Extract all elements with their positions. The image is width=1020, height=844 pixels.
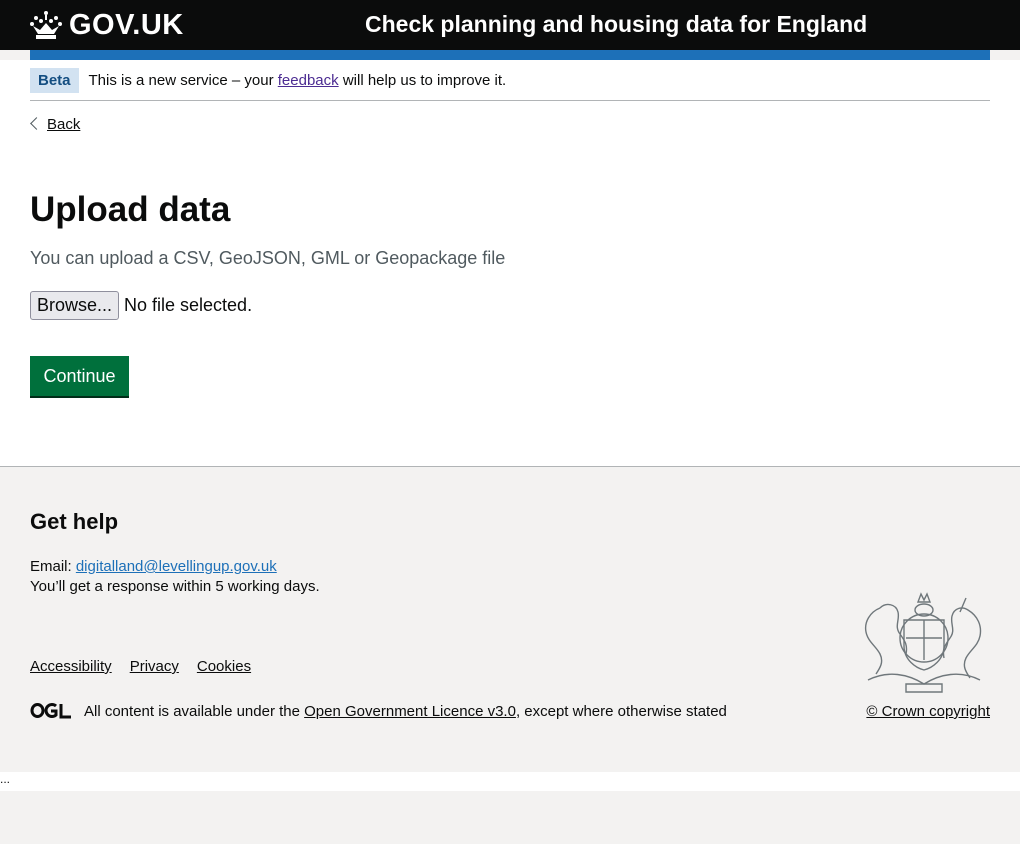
continue-button[interactable]: Continue [30, 356, 129, 396]
site-header: GOV.UK Check planning and housing data f… [0, 0, 1020, 50]
footer-link-privacy[interactable]: Privacy [130, 658, 179, 675]
phase-banner-text: This is a new service – your feedback wi… [89, 72, 507, 89]
ogl-logo-icon [30, 703, 71, 719]
crown-icon [30, 11, 62, 39]
service-name-link[interactable]: Check planning and housing data for Engl… [365, 11, 867, 38]
phase-banner: Beta This is a new service – your feedba… [30, 60, 990, 101]
get-help-heading: Get help [30, 509, 119, 534]
page-title: Upload data [30, 190, 231, 229]
crown-copyright-link[interactable]: © Crown copyright [866, 703, 990, 720]
licence-text: All content is available under the Open … [84, 703, 727, 720]
licence-text-after: , except where otherwise stated [515, 703, 727, 720]
phase-text-before: This is a new service – your [88, 71, 278, 89]
logo-text: GOV.UK [69, 8, 184, 41]
bottom-ellipsis-text: ... [0, 772, 11, 786]
back-link-label: Back [47, 116, 81, 133]
back-link[interactable]: Back [30, 116, 80, 133]
bottom-strip [0, 772, 1020, 791]
file-status-text: No file selected. [124, 295, 253, 315]
footer-link-cookies[interactable]: Cookies [197, 658, 251, 675]
browse-button[interactable]: Browse... [30, 291, 119, 320]
email-link[interactable]: digitalland@levellingup.gov.uk [76, 558, 277, 575]
licence-link[interactable]: Open Government Licence v3.0 [304, 703, 516, 720]
phase-text-after: will help us to improve it. [338, 71, 507, 89]
royal-coat-of-arms-icon [864, 592, 982, 693]
header-blue-bar [30, 50, 990, 60]
feedback-link[interactable]: feedback [278, 72, 339, 89]
footer-links: Accessibility Privacy Cookies [30, 658, 269, 675]
govuk-logo-link[interactable]: GOV.UK [30, 8, 184, 42]
licence-text-before: All content is available under the [84, 703, 305, 720]
chevron-left-icon [30, 117, 43, 130]
upload-hint: You can upload a CSV, GeoJSON, GML or Ge… [30, 248, 506, 268]
email-label: Email: [30, 558, 76, 575]
footer-link-accessibility[interactable]: Accessibility [30, 658, 112, 675]
beta-tag: Beta [30, 67, 79, 93]
email-line: Email: digitalland@levellingup.gov.uk [30, 558, 277, 575]
file-upload-field: Browse... No file selected. [30, 291, 252, 320]
response-time-text: You’ll get a response within 5 working d… [30, 578, 320, 595]
